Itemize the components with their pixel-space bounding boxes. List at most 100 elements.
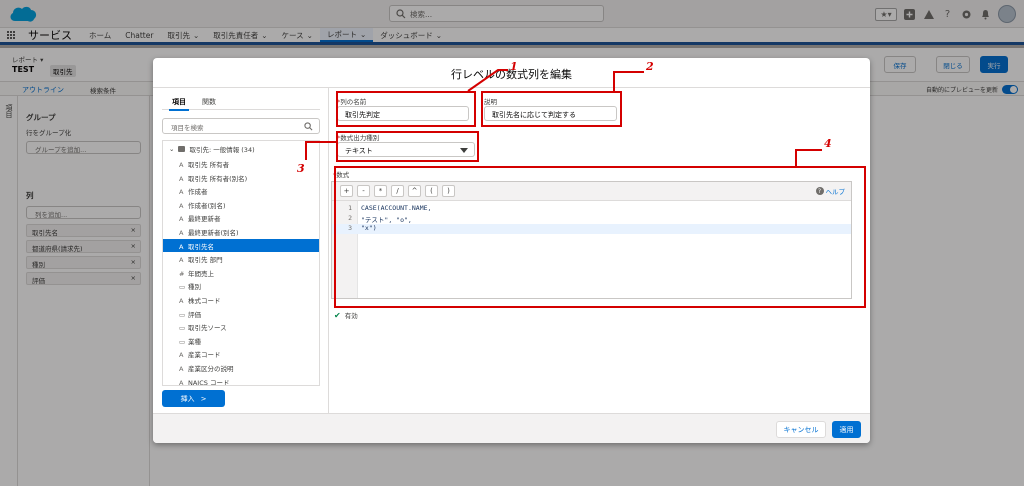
field-item[interactable]: A NAICS コード: [163, 375, 319, 386]
insert-button[interactable]: 挿入 >: [162, 390, 225, 407]
formula-label: *数式: [333, 171, 350, 179]
field-item-label: 取引先ソース: [188, 324, 227, 333]
code-line[interactable]: 1 CASE(ACCOUNT.NAME,: [332, 204, 851, 214]
output-type-label: *数式出力種別: [337, 134, 380, 142]
field-item[interactable]: A 作成者: [163, 184, 319, 197]
field-item-label: 取引先 所有者: [188, 161, 230, 169]
field-type-icon: A: [179, 242, 184, 251]
code-text: CASE(ACCOUNT.NAME,: [361, 204, 432, 212]
apply-button[interactable]: 適用: [832, 421, 861, 438]
field-type-icon: A: [179, 188, 184, 197]
line-number: 2: [348, 214, 352, 222]
operator-bar: + - * / ^ ( ) ? ヘルプ: [332, 182, 851, 201]
field-item[interactable]: A 株式コード: [163, 293, 319, 306]
field-item[interactable]: ▭ 種別: [163, 279, 319, 292]
field-type-icon: A: [179, 161, 184, 169]
check-icon: ✔: [334, 310, 341, 320]
field-type-icon: A: [179, 351, 184, 360]
field-type-icon: A: [179, 378, 184, 386]
operator-close-paren-button[interactable]: ): [442, 185, 455, 197]
field-item[interactable]: A 作成者(別名): [163, 198, 319, 211]
field-item-label: 取引先 部門: [188, 256, 223, 265]
field-type-icon: #: [179, 269, 185, 278]
field-item[interactable]: A 最終更新者(別名): [163, 225, 319, 238]
field-type-icon: A: [179, 256, 184, 265]
field-picker: 項目 関数 項目を検索 ⌄ 取引先: 一般情報 (34) A 取引先 所有者 A 取引…: [153, 88, 329, 413]
field-tree: ⌄ 取引先: 一般情報 (34) A 取引先 所有者 A 取引先 所有者(別名) A 作成…: [162, 140, 320, 386]
field-type-icon: A: [179, 229, 184, 237]
field-item[interactable]: ▭ 取引先ソース: [163, 320, 319, 333]
field-item[interactable]: # 年間売上: [163, 266, 319, 279]
picker-tabs: 項目 関数: [162, 94, 320, 111]
field-type-icon: A: [179, 174, 184, 183]
field-item-label: 種別: [188, 283, 201, 292]
code-text: "x"): [361, 224, 377, 232]
operator-multiply-button[interactable]: *: [374, 185, 387, 197]
field-item-label: 作成者: [188, 188, 208, 197]
operator-divide-button[interactable]: /: [391, 185, 404, 197]
field-item[interactable]: A 取引先 所有者: [163, 157, 319, 170]
field-item-label: 株式コード: [188, 297, 221, 305]
field-item-label: 産業コード: [188, 351, 221, 360]
chevron-right-icon: >: [200, 394, 207, 403]
description-input[interactable]: 取引先名に応じて判定する: [484, 106, 617, 121]
code-text: "テスト", "o",: [361, 216, 412, 224]
field-item-label: 作成者(別名): [188, 201, 226, 210]
formula-column-modal: 行レベルの数式列を編集 項目 関数 項目を検索 ⌄ 取引先: 一般情報 (34)…: [153, 58, 870, 443]
field-type-icon: ▭: [179, 337, 186, 346]
field-type-icon: ▭: [179, 310, 186, 319]
field-item-label: NAICS コード: [188, 378, 230, 386]
field-item-label: 取引先名: [188, 242, 214, 251]
field-item[interactable]: A 産業区分の説明: [163, 361, 319, 374]
field-item-label: 取引先 所有者(別名): [188, 174, 248, 183]
tab-functions[interactable]: 関数: [202, 97, 216, 107]
field-item[interactable]: A 取引先 部門: [163, 252, 319, 265]
modal-title: 行レベルの数式列を編集: [451, 68, 572, 81]
validity-status: ✔ 有効: [334, 310, 358, 321]
caret-down-icon: [460, 148, 468, 153]
field-item-label: 最終更新者(別名): [188, 229, 239, 237]
field-item-label: 評価: [188, 310, 201, 319]
line-number: 3: [348, 224, 352, 232]
code-line[interactable]: 3 "x"): [332, 224, 851, 234]
help-icon: ?: [815, 187, 824, 195]
field-item[interactable]: A 産業コード: [163, 347, 319, 360]
cancel-button[interactable]: キャンセル: [776, 421, 826, 438]
field-type-icon: ▭: [179, 324, 186, 333]
operator-minus-button[interactable]: -: [357, 185, 370, 197]
description-label: 説明: [484, 98, 497, 106]
field-item[interactable]: ▭ 業種: [163, 334, 319, 347]
field-type-icon: A: [179, 297, 184, 305]
folder-icon: [178, 146, 186, 152]
code-area[interactable]: 1 CASE(ACCOUNT.NAME, 2 "テスト", "o", 3 "x"): [332, 201, 851, 298]
field-type-icon: A: [179, 215, 184, 224]
field-search-input[interactable]: 項目を検索: [162, 118, 320, 134]
tab-fields[interactable]: 項目: [169, 97, 189, 111]
line-number: 1: [348, 204, 352, 212]
field-type-icon: ▭: [179, 283, 186, 292]
search-icon: [304, 122, 313, 131]
field-item[interactable]: A 取引先名: [163, 238, 319, 252]
column-name-label: *列の名前: [337, 98, 367, 106]
modal-header: 行レベルの数式列を編集: [153, 58, 870, 88]
operator-open-paren-button[interactable]: (: [425, 185, 438, 197]
field-item-label: 産業区分の説明: [188, 365, 234, 373]
operator-power-button[interactable]: ^: [408, 185, 421, 197]
formula-form: *列の名前 取引先判定 説明 取引先名に応じて判定する *数式出力種別 テキスト…: [329, 88, 870, 413]
modal-footer: キャンセル 適用: [153, 413, 870, 443]
field-type-icon: A: [179, 365, 184, 373]
field-item[interactable]: A 最終更新者: [163, 211, 319, 224]
output-type-select[interactable]: テキスト: [337, 142, 475, 157]
chevron-down-icon[interactable]: ⌄: [169, 145, 174, 153]
formula-editor[interactable]: + - * / ^ ( ) ? ヘルプ 1 CASE(ACCOUNT.NAME, 2 "…: [331, 181, 852, 299]
code-line[interactable]: 2 "テスト", "o",: [332, 214, 851, 224]
field-group[interactable]: ⌄ 取引先: 一般情報 (34): [169, 144, 255, 154]
operator-plus-button[interactable]: +: [340, 185, 353, 197]
field-item-label: 業種: [188, 337, 201, 346]
field-item-label: 年間売上: [188, 269, 214, 278]
field-item-label: 最終更新者: [188, 215, 221, 224]
help-link[interactable]: ? ヘルプ: [815, 186, 845, 196]
field-item[interactable]: A 取引先 所有者(別名): [163, 171, 319, 184]
column-name-input[interactable]: 取引先判定: [337, 106, 469, 121]
field-item[interactable]: ▭ 評価: [163, 307, 319, 320]
